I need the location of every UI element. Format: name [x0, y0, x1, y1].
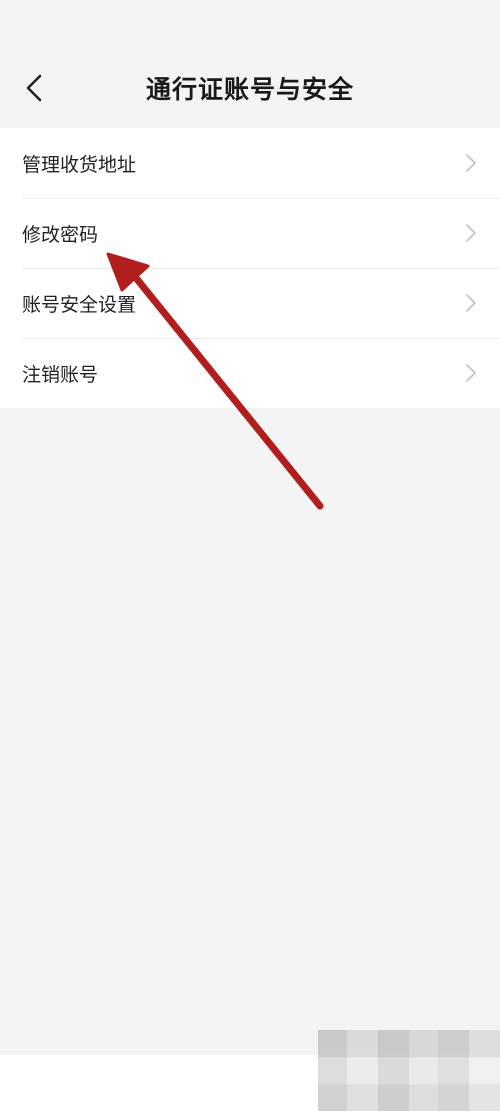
settings-item-cancel-account[interactable]: 注销账号	[0, 338, 500, 408]
status-bar-area	[0, 0, 500, 48]
settings-item-label: 管理收货地址	[22, 153, 137, 176]
settings-list: 管理收货地址 修改密码 账号安全设置 注销账号	[0, 128, 500, 408]
chevron-right-icon	[466, 294, 476, 312]
settings-item-manage-address[interactable]: 管理收货地址	[0, 128, 500, 198]
settings-item-label: 修改密码	[22, 223, 99, 246]
settings-item-label: 注销账号	[22, 363, 99, 386]
settings-item-account-security[interactable]: 账号安全设置	[0, 268, 500, 338]
chevron-right-icon	[466, 224, 476, 242]
settings-item-label: 账号安全设置	[22, 293, 137, 316]
chevron-right-icon	[466, 364, 476, 382]
watermark	[318, 1030, 500, 1111]
settings-item-change-password[interactable]: 修改密码	[0, 198, 500, 268]
chevron-right-icon	[466, 154, 476, 172]
page-title: 通行证账号与安全	[145, 75, 354, 104]
navigation-bar: 通行证账号与安全	[0, 48, 500, 128]
